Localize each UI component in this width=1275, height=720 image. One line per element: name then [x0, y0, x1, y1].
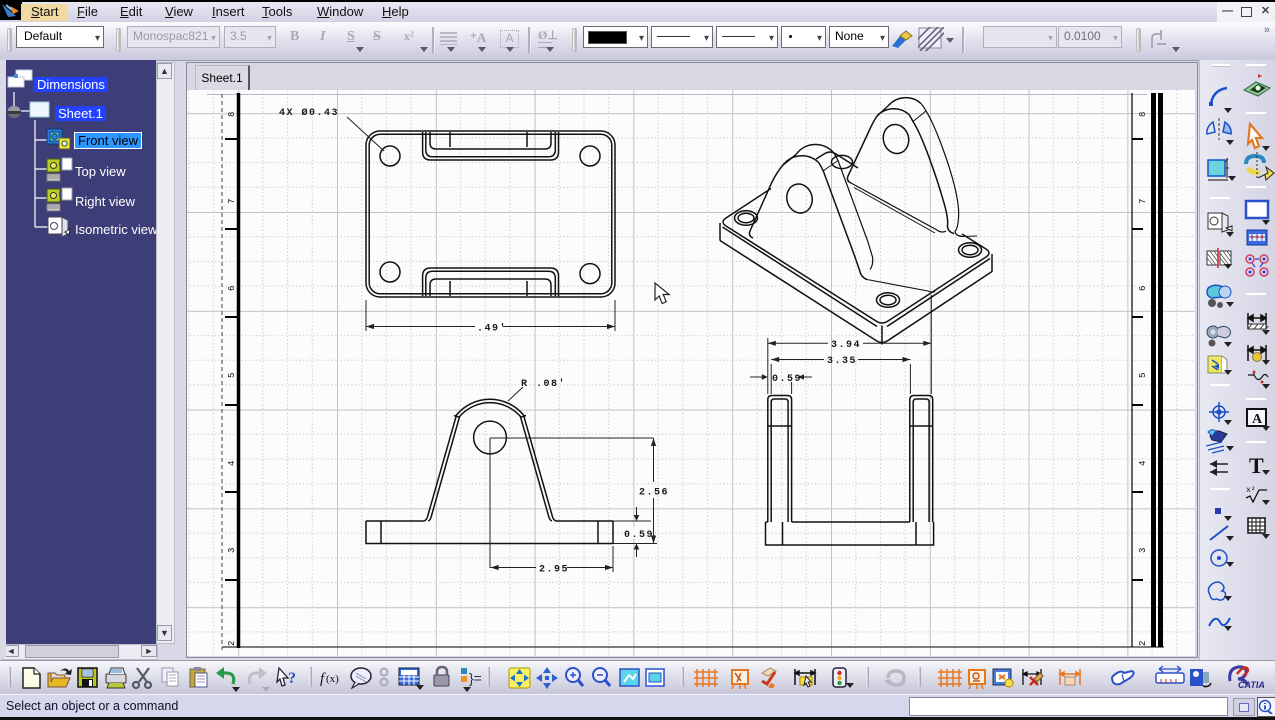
svg-text:}=: }=	[469, 670, 482, 686]
svg-text:x²: x²	[1246, 486, 1256, 495]
svg-text:0.59: 0.59	[772, 374, 802, 385]
svg-text:3.35: 3.35	[827, 356, 857, 367]
svg-text:CATIA: CATIA	[1238, 680, 1265, 690]
svg-text:3: 3	[227, 548, 237, 553]
svg-text:8: 8	[1138, 112, 1148, 117]
svg-text:4: 4	[1138, 461, 1148, 466]
svg-text:4X Ø0.43: 4X Ø0.43	[279, 107, 339, 119]
svg-text:5: 5	[1138, 373, 1148, 378]
svg-text:.49': .49'	[477, 323, 507, 335]
svg-text:7: 7	[227, 199, 237, 204]
svg-text:0.59: 0.59	[624, 530, 654, 541]
svg-text:8: 8	[227, 112, 237, 117]
svg-text:T: T	[1249, 453, 1264, 478]
svg-text:2.95: 2.95	[539, 565, 569, 576]
svg-text:R .08': R .08'	[521, 378, 566, 390]
svg-text:6: 6	[227, 286, 237, 291]
svg-text:A: A	[1252, 412, 1263, 427]
svg-text:2.56: 2.56	[639, 488, 669, 499]
svg-text:2: 2	[1138, 641, 1148, 646]
svg-text:2: 2	[227, 641, 237, 646]
svg-text:6: 6	[1138, 286, 1148, 291]
svg-text:3.94: 3.94	[831, 340, 861, 351]
svg-text:7: 7	[1138, 199, 1148, 204]
svg-text:3: 3	[1138, 548, 1148, 553]
svg-text:4: 4	[227, 461, 237, 466]
svg-text:?: ?	[288, 670, 296, 687]
svg-text:(x): (x)	[326, 673, 339, 685]
svg-text:5: 5	[227, 373, 237, 378]
